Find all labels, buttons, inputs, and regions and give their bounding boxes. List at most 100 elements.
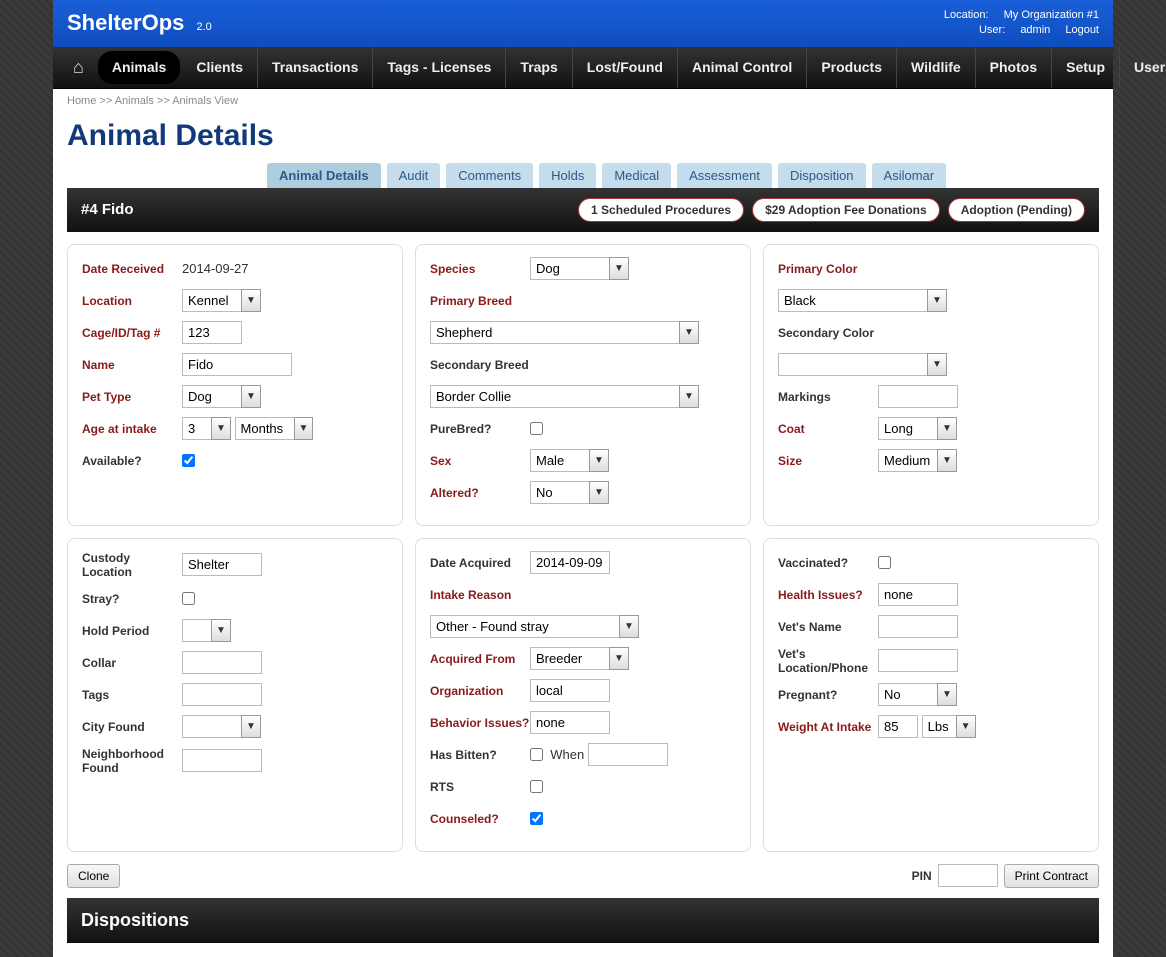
dropdown-icon[interactable]: ▼ (211, 619, 231, 642)
dropdown-icon[interactable]: ▼ (937, 417, 957, 440)
top-right: Location: My Organization #1 User: admin… (944, 8, 1099, 39)
user-link[interactable]: admin (1020, 24, 1050, 36)
dropdown-icon[interactable]: ▼ (589, 449, 609, 472)
tab-audit[interactable]: Audit (387, 163, 441, 188)
dropdown-icon[interactable]: ▼ (211, 417, 231, 440)
collar-input[interactable] (182, 651, 262, 674)
pcolor-select[interactable] (778, 289, 928, 312)
tab-medical[interactable]: Medical (602, 163, 671, 188)
vacc-checkbox[interactable] (878, 556, 891, 569)
bc-animals[interactable]: Animals (115, 95, 154, 107)
name-input[interactable] (182, 353, 292, 376)
pill-donations[interactable]: $29 Adoption Fee Donations (752, 198, 940, 222)
nav-setup[interactable]: Setup (1052, 47, 1120, 88)
location-link[interactable]: My Organization #1 (1004, 9, 1099, 21)
coat-select[interactable] (878, 417, 938, 440)
dropdown-icon[interactable]: ▼ (294, 417, 314, 440)
scolor-select[interactable] (778, 353, 928, 376)
acqfrom-select[interactable] (530, 647, 610, 670)
markings-input[interactable] (878, 385, 958, 408)
nav-tags[interactable]: Tags - Licenses (373, 47, 506, 88)
dropdown-icon[interactable]: ▼ (609, 647, 629, 670)
purebred-checkbox[interactable] (530, 422, 543, 435)
nbhd-input[interactable] (182, 749, 262, 772)
custody-input[interactable] (182, 553, 262, 576)
dropdown-icon[interactable]: ▼ (241, 289, 261, 312)
health-input[interactable] (878, 583, 958, 606)
dropdown-icon[interactable]: ▼ (956, 715, 976, 738)
acquired-input[interactable] (530, 551, 610, 574)
dropdown-icon[interactable]: ▼ (589, 481, 609, 504)
logout-link[interactable]: Logout (1065, 24, 1099, 36)
tab-details[interactable]: Animal Details (267, 163, 381, 188)
nav-lostfound[interactable]: Lost/Found (573, 47, 678, 88)
tab-disposition[interactable]: Disposition (778, 163, 866, 188)
dropdown-icon[interactable]: ▼ (241, 385, 261, 408)
tags-input[interactable] (182, 683, 262, 706)
dropdown-icon[interactable]: ▼ (927, 289, 947, 312)
tab-comments[interactable]: Comments (446, 163, 533, 188)
org-input[interactable] (530, 679, 610, 702)
weight-input[interactable] (878, 715, 918, 738)
dropdown-icon[interactable]: ▼ (679, 321, 699, 344)
vetloc-input[interactable] (878, 649, 958, 672)
pill-procedures[interactable]: 1 Scheduled Procedures (578, 198, 744, 222)
hold-select[interactable] (182, 619, 212, 642)
age-unit[interactable] (235, 417, 295, 440)
sbreed-select[interactable] (430, 385, 680, 408)
age-num[interactable] (182, 417, 212, 440)
pbreed-select[interactable] (430, 321, 680, 344)
sex-select[interactable] (530, 449, 590, 472)
tab-holds[interactable]: Holds (539, 163, 596, 188)
dropdown-icon[interactable]: ▼ (937, 683, 957, 706)
nav-users[interactable]: Users (1120, 47, 1166, 88)
nav-wildlife[interactable]: Wildlife (897, 47, 976, 88)
bc-home[interactable]: Home (67, 95, 96, 107)
nav-traps[interactable]: Traps (506, 47, 572, 88)
bitten-checkbox[interactable] (530, 748, 543, 761)
lbl-bitten: Has Bitten? (430, 748, 530, 762)
nav-products[interactable]: Products (807, 47, 897, 88)
city-select[interactable] (182, 715, 242, 738)
behavior-input[interactable] (530, 711, 610, 734)
size-select[interactable] (878, 449, 938, 472)
nav-clients[interactable]: Clients (182, 47, 258, 88)
home-icon[interactable]: ⌂ (61, 47, 96, 88)
when-input[interactable] (588, 743, 668, 766)
dropdown-icon[interactable]: ▼ (679, 385, 699, 408)
nav-photos[interactable]: Photos (976, 47, 1052, 88)
dropdown-icon[interactable]: ▼ (609, 257, 629, 280)
nav-transactions[interactable]: Transactions (258, 47, 373, 88)
vet-input[interactable] (878, 615, 958, 638)
lbl-custody: Custody Location (82, 551, 182, 579)
pettype-select[interactable] (182, 385, 242, 408)
tab-assessment[interactable]: Assessment (677, 163, 772, 188)
pin-input[interactable] (938, 864, 998, 887)
tab-asilomar[interactable]: Asilomar (872, 163, 947, 188)
nav-animalcontrol[interactable]: Animal Control (678, 47, 807, 88)
dropdown-icon[interactable]: ▼ (927, 353, 947, 376)
dropdown-icon[interactable]: ▼ (241, 715, 261, 738)
print-button[interactable]: Print Contract (1004, 864, 1099, 888)
preg-select[interactable] (878, 683, 938, 706)
dropdown-icon[interactable]: ▼ (619, 615, 639, 638)
altered-select[interactable] (530, 481, 590, 504)
stray-checkbox[interactable] (182, 592, 195, 605)
bc-view[interactable]: Animals View (172, 95, 238, 107)
clone-button[interactable]: Clone (67, 864, 120, 888)
panel-color: Primary Color ▼ Secondary Color ▼ Markin… (763, 244, 1099, 526)
counseled-checkbox[interactable] (530, 812, 543, 825)
dropdown-icon[interactable]: ▼ (937, 449, 957, 472)
cage-input[interactable] (182, 321, 242, 344)
lbl-pcolor: Primary Color (778, 262, 878, 276)
rts-checkbox[interactable] (530, 780, 543, 793)
location-select[interactable] (182, 289, 242, 312)
nav-animals[interactable]: Animals (98, 51, 180, 84)
panel-basic: Date Received2014-09-27 Location▼ Cage/I… (67, 244, 403, 526)
species-select[interactable] (530, 257, 610, 280)
pill-adoption[interactable]: Adoption (Pending) (948, 198, 1085, 222)
weight-unit[interactable] (922, 715, 957, 738)
available-checkbox[interactable] (182, 454, 195, 467)
detail-tabs: Animal Details Audit Comments Holds Medi… (267, 163, 1099, 188)
intake-select[interactable] (430, 615, 620, 638)
